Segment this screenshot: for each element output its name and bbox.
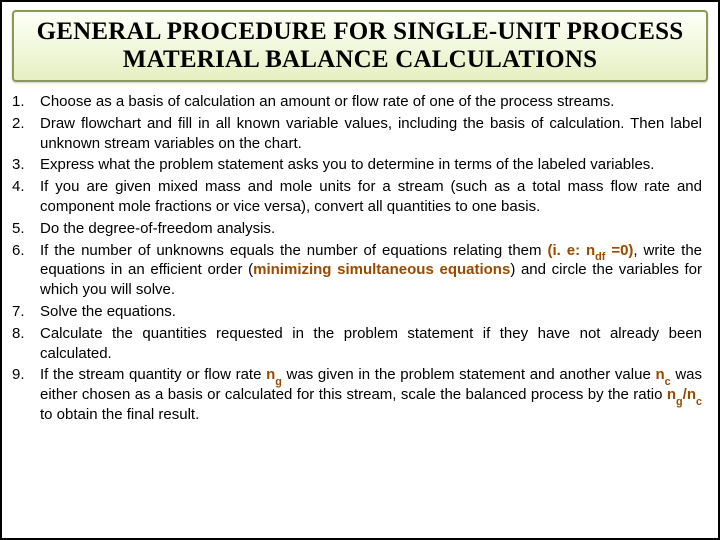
- title-box: GENERAL PROCEDURE FOR SINGLE-UNIT PROCES…: [12, 10, 708, 82]
- highlight-text: ng: [266, 366, 282, 383]
- list-item: 8. Calculate the quantities requested in…: [12, 324, 702, 364]
- item-text: Choose as a basis of calculation an amou…: [40, 92, 702, 112]
- list-item: 9. If the stream quantity or flow rate n…: [12, 365, 702, 424]
- item-text: If the stream quantity or flow rate ng w…: [40, 365, 702, 424]
- item-text: Do the degree-of-freedom analysis.: [40, 219, 702, 239]
- list-item: 6. If the number of unknowns equals the …: [12, 241, 702, 300]
- item-number: 6.: [12, 241, 40, 300]
- item-number: 2.: [12, 114, 40, 154]
- slide-title: GENERAL PROCEDURE FOR SINGLE-UNIT PROCES…: [24, 18, 696, 74]
- highlight-text: nc: [655, 366, 670, 383]
- item-text: Draw flowchart and fill in all known var…: [40, 114, 702, 154]
- highlight-text: minimizing simultaneous equations: [253, 261, 510, 278]
- list-item: 3. Express what the problem statement as…: [12, 155, 702, 175]
- list-item: 5. Do the degree-of-freedom analysis.: [12, 219, 702, 239]
- list-item: 1. Choose as a basis of calculation an a…: [12, 92, 702, 112]
- text-fragment: If the stream quantity or flow rate: [40, 366, 266, 383]
- list-item: 2. Draw flowchart and fill in all known …: [12, 114, 702, 154]
- highlight-text: ng/nc: [667, 386, 702, 403]
- text-fragment: If the number of unknowns equals the num…: [40, 242, 547, 259]
- item-number: 5.: [12, 219, 40, 239]
- slide: GENERAL PROCEDURE FOR SINGLE-UNIT PROCES…: [0, 0, 720, 540]
- item-text: If the number of unknowns equals the num…: [40, 241, 702, 300]
- item-number: 7.: [12, 302, 40, 322]
- item-number: 8.: [12, 324, 40, 364]
- item-text: Solve the equations.: [40, 302, 702, 322]
- text-fragment: to obtain the final result.: [40, 406, 199, 423]
- item-number: 1.: [12, 92, 40, 112]
- item-text: If you are given mixed mass and mole uni…: [40, 177, 702, 217]
- highlight-text: (i. e: ndf =0): [547, 242, 633, 259]
- item-number: 3.: [12, 155, 40, 175]
- item-text: Calculate the quantities requested in th…: [40, 324, 702, 364]
- text-fragment: was given in the problem statement and a…: [282, 366, 656, 383]
- item-number: 4.: [12, 177, 40, 217]
- item-number: 9.: [12, 365, 40, 424]
- list-item: 7. Solve the equations.: [12, 302, 702, 322]
- list-item: 4. If you are given mixed mass and mole …: [12, 177, 702, 217]
- procedure-list: 1. Choose as a basis of calculation an a…: [12, 92, 708, 425]
- item-text: Express what the problem statement asks …: [40, 155, 702, 175]
